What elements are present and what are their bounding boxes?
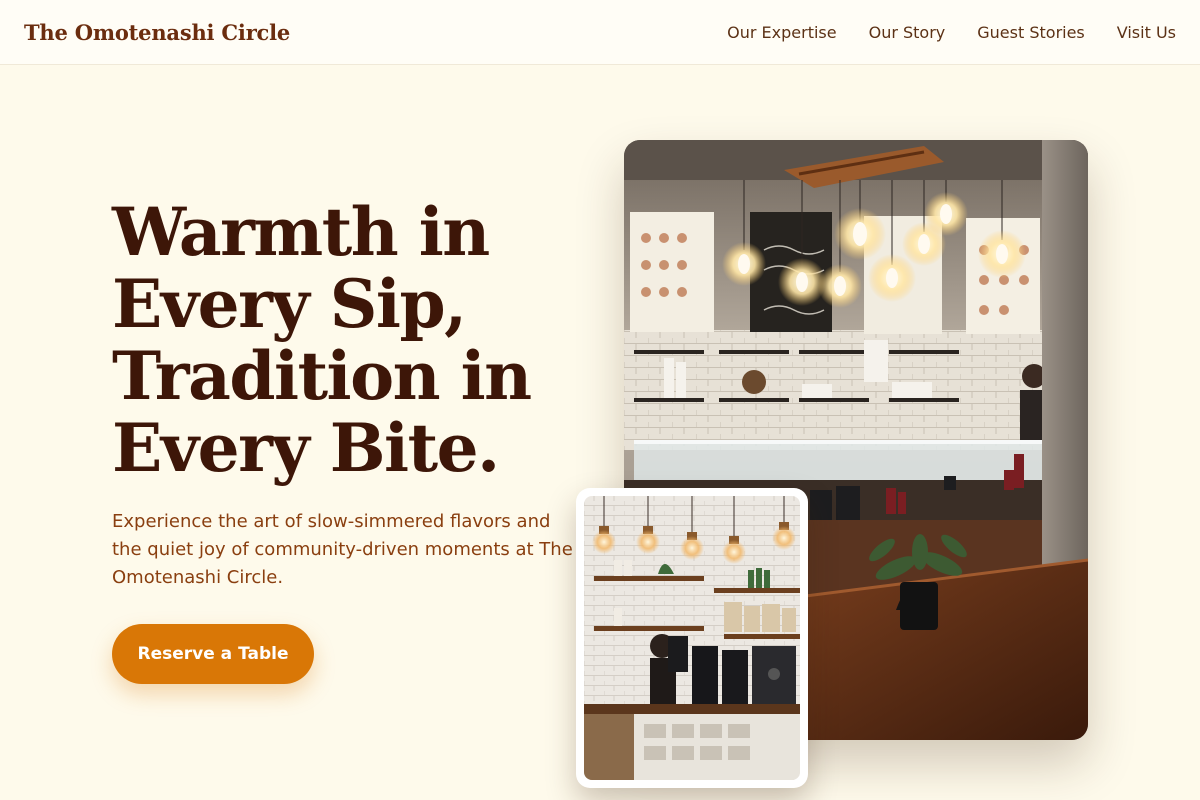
nav-links: Our Expertise Our Story Guest Stories Vi… xyxy=(727,23,1176,42)
coffee-bar-image xyxy=(584,496,800,780)
hero-title-line: Every Sip, xyxy=(112,265,467,343)
nav-link-our-story[interactable]: Our Story xyxy=(869,23,946,42)
nav-link-visit-us[interactable]: Visit Us xyxy=(1117,23,1176,42)
coffee-bar-image-frame xyxy=(576,488,808,788)
reserve-table-button[interactable]: Reserve a Table xyxy=(112,624,314,684)
nav-link-guest-stories[interactable]: Guest Stories xyxy=(977,23,1085,42)
hero-title-line: Tradition in xyxy=(112,337,532,415)
hero-title: Warmth in Every Sip, Tradition in Every … xyxy=(112,196,582,484)
nav-link-our-expertise[interactable]: Our Expertise xyxy=(727,23,836,42)
hero-title-line: Every Bite. xyxy=(112,409,500,487)
navbar: The Omotenashi Circle Our Expertise Our … xyxy=(0,0,1200,65)
hero-subtitle: Experience the art of slow-simmered flav… xyxy=(112,511,573,588)
hero-title-line: Warmth in xyxy=(112,193,490,271)
brand-logo[interactable]: The Omotenashi Circle xyxy=(24,20,290,45)
